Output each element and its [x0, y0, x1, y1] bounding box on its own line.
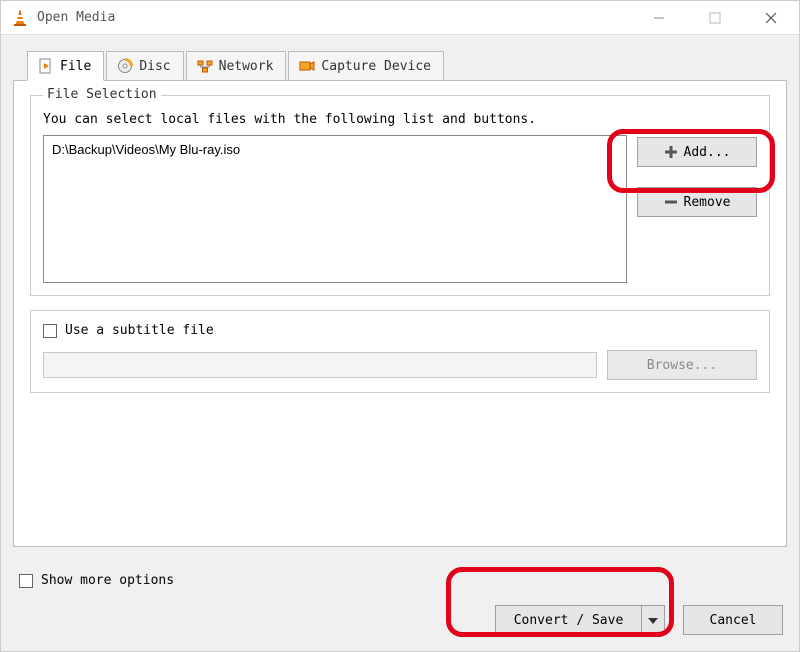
convert-save-dropdown[interactable]: [641, 605, 665, 635]
window-title: Open Media: [37, 10, 115, 25]
convert-save-split-button: Convert / Save: [495, 605, 665, 635]
remove-button[interactable]: Remove: [637, 187, 757, 217]
cancel-button[interactable]: Cancel: [683, 605, 783, 635]
add-button[interactable]: Add...: [637, 137, 757, 167]
file-selection-legend: File Selection: [43, 87, 161, 102]
tab-capture[interactable]: Capture Device: [288, 51, 444, 81]
open-media-window: Open Media File Disc: [0, 0, 800, 652]
use-subtitle-label: Use a subtitle file: [65, 323, 214, 338]
use-subtitle-checkbox[interactable]: [43, 324, 57, 338]
show-more-options-checkbox[interactable]: [19, 574, 33, 588]
minus-icon: [664, 195, 678, 209]
file-selection-group: File Selection You can select local file…: [30, 95, 770, 296]
file-list[interactable]: D:\Backup\Videos\My Blu-ray.iso: [43, 135, 627, 283]
chevron-down-icon: [648, 613, 658, 628]
maximize-button[interactable]: [687, 1, 743, 35]
disc-icon: [117, 58, 133, 74]
titlebar: Open Media: [1, 1, 799, 35]
vlc-cone-icon: [11, 9, 29, 27]
close-button[interactable]: [743, 1, 799, 35]
tab-disc[interactable]: Disc: [106, 51, 183, 81]
subtitle-group: Use a subtitle file Browse...: [30, 310, 770, 393]
capture-icon: [299, 58, 315, 74]
convert-save-label: Convert / Save: [514, 613, 624, 628]
file-selection-hint: You can select local files with the foll…: [43, 112, 757, 127]
tab-file-label: File: [60, 59, 91, 74]
remove-button-label: Remove: [684, 195, 731, 210]
dialog-content: File Disc Network Capture Device: [13, 47, 787, 639]
minimize-button[interactable]: [631, 1, 687, 35]
tab-capture-label: Capture Device: [321, 59, 431, 74]
file-tab-panel: File Selection You can select local file…: [13, 80, 787, 547]
convert-save-button[interactable]: Convert / Save: [495, 605, 641, 635]
browse-button: Browse...: [607, 350, 757, 380]
browse-button-label: Browse...: [647, 358, 717, 373]
tab-file[interactable]: File: [27, 51, 104, 81]
show-more-options-label: Show more options: [41, 573, 174, 588]
cancel-button-label: Cancel: [710, 613, 757, 628]
tab-network-label: Network: [219, 59, 274, 74]
tabstrip: File Disc Network Capture Device: [13, 47, 787, 81]
dialog-footer: Show more options Convert / Save Cancel: [13, 555, 787, 639]
add-button-label: Add...: [684, 145, 731, 160]
plus-icon: [664, 145, 678, 159]
tab-disc-label: Disc: [139, 59, 170, 74]
tab-network[interactable]: Network: [186, 51, 287, 81]
network-icon: [197, 58, 213, 74]
list-item[interactable]: D:\Backup\Videos\My Blu-ray.iso: [52, 142, 618, 157]
show-more-options-row: Show more options: [19, 573, 174, 588]
file-icon: [38, 58, 54, 74]
subtitle-path-input: [43, 352, 597, 378]
